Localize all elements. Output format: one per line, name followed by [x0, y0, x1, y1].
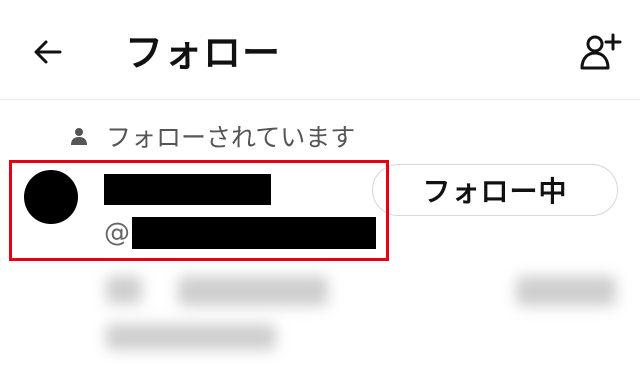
- app-screen: フォロー フォローされています @ フォロー中: [0, 0, 640, 381]
- followed-by-text: フォローされています: [106, 123, 356, 152]
- header: フォロー: [0, 0, 640, 100]
- user-handle: @: [104, 216, 376, 250]
- blurred-block: [516, 276, 616, 306]
- avatar[interactable]: [24, 170, 78, 224]
- followed-by-indicator: フォローされています: [70, 118, 355, 154]
- blurred-block: [106, 324, 276, 350]
- display-name-redacted: [104, 174, 271, 205]
- arrow-left-icon: [34, 40, 62, 64]
- back-button[interactable]: [26, 30, 70, 74]
- person-icon: [71, 128, 87, 145]
- blurred-list-item: [96, 262, 640, 362]
- add-user-icon: [580, 33, 622, 70]
- blurred-block: [178, 276, 328, 306]
- following-button[interactable]: フォロー中: [372, 164, 618, 216]
- add-user-button[interactable]: [574, 26, 626, 78]
- blurred-block: [106, 276, 142, 304]
- handle-prefix: @: [104, 218, 130, 248]
- handle-redacted: [132, 217, 376, 249]
- page-title: フォロー: [125, 31, 282, 75]
